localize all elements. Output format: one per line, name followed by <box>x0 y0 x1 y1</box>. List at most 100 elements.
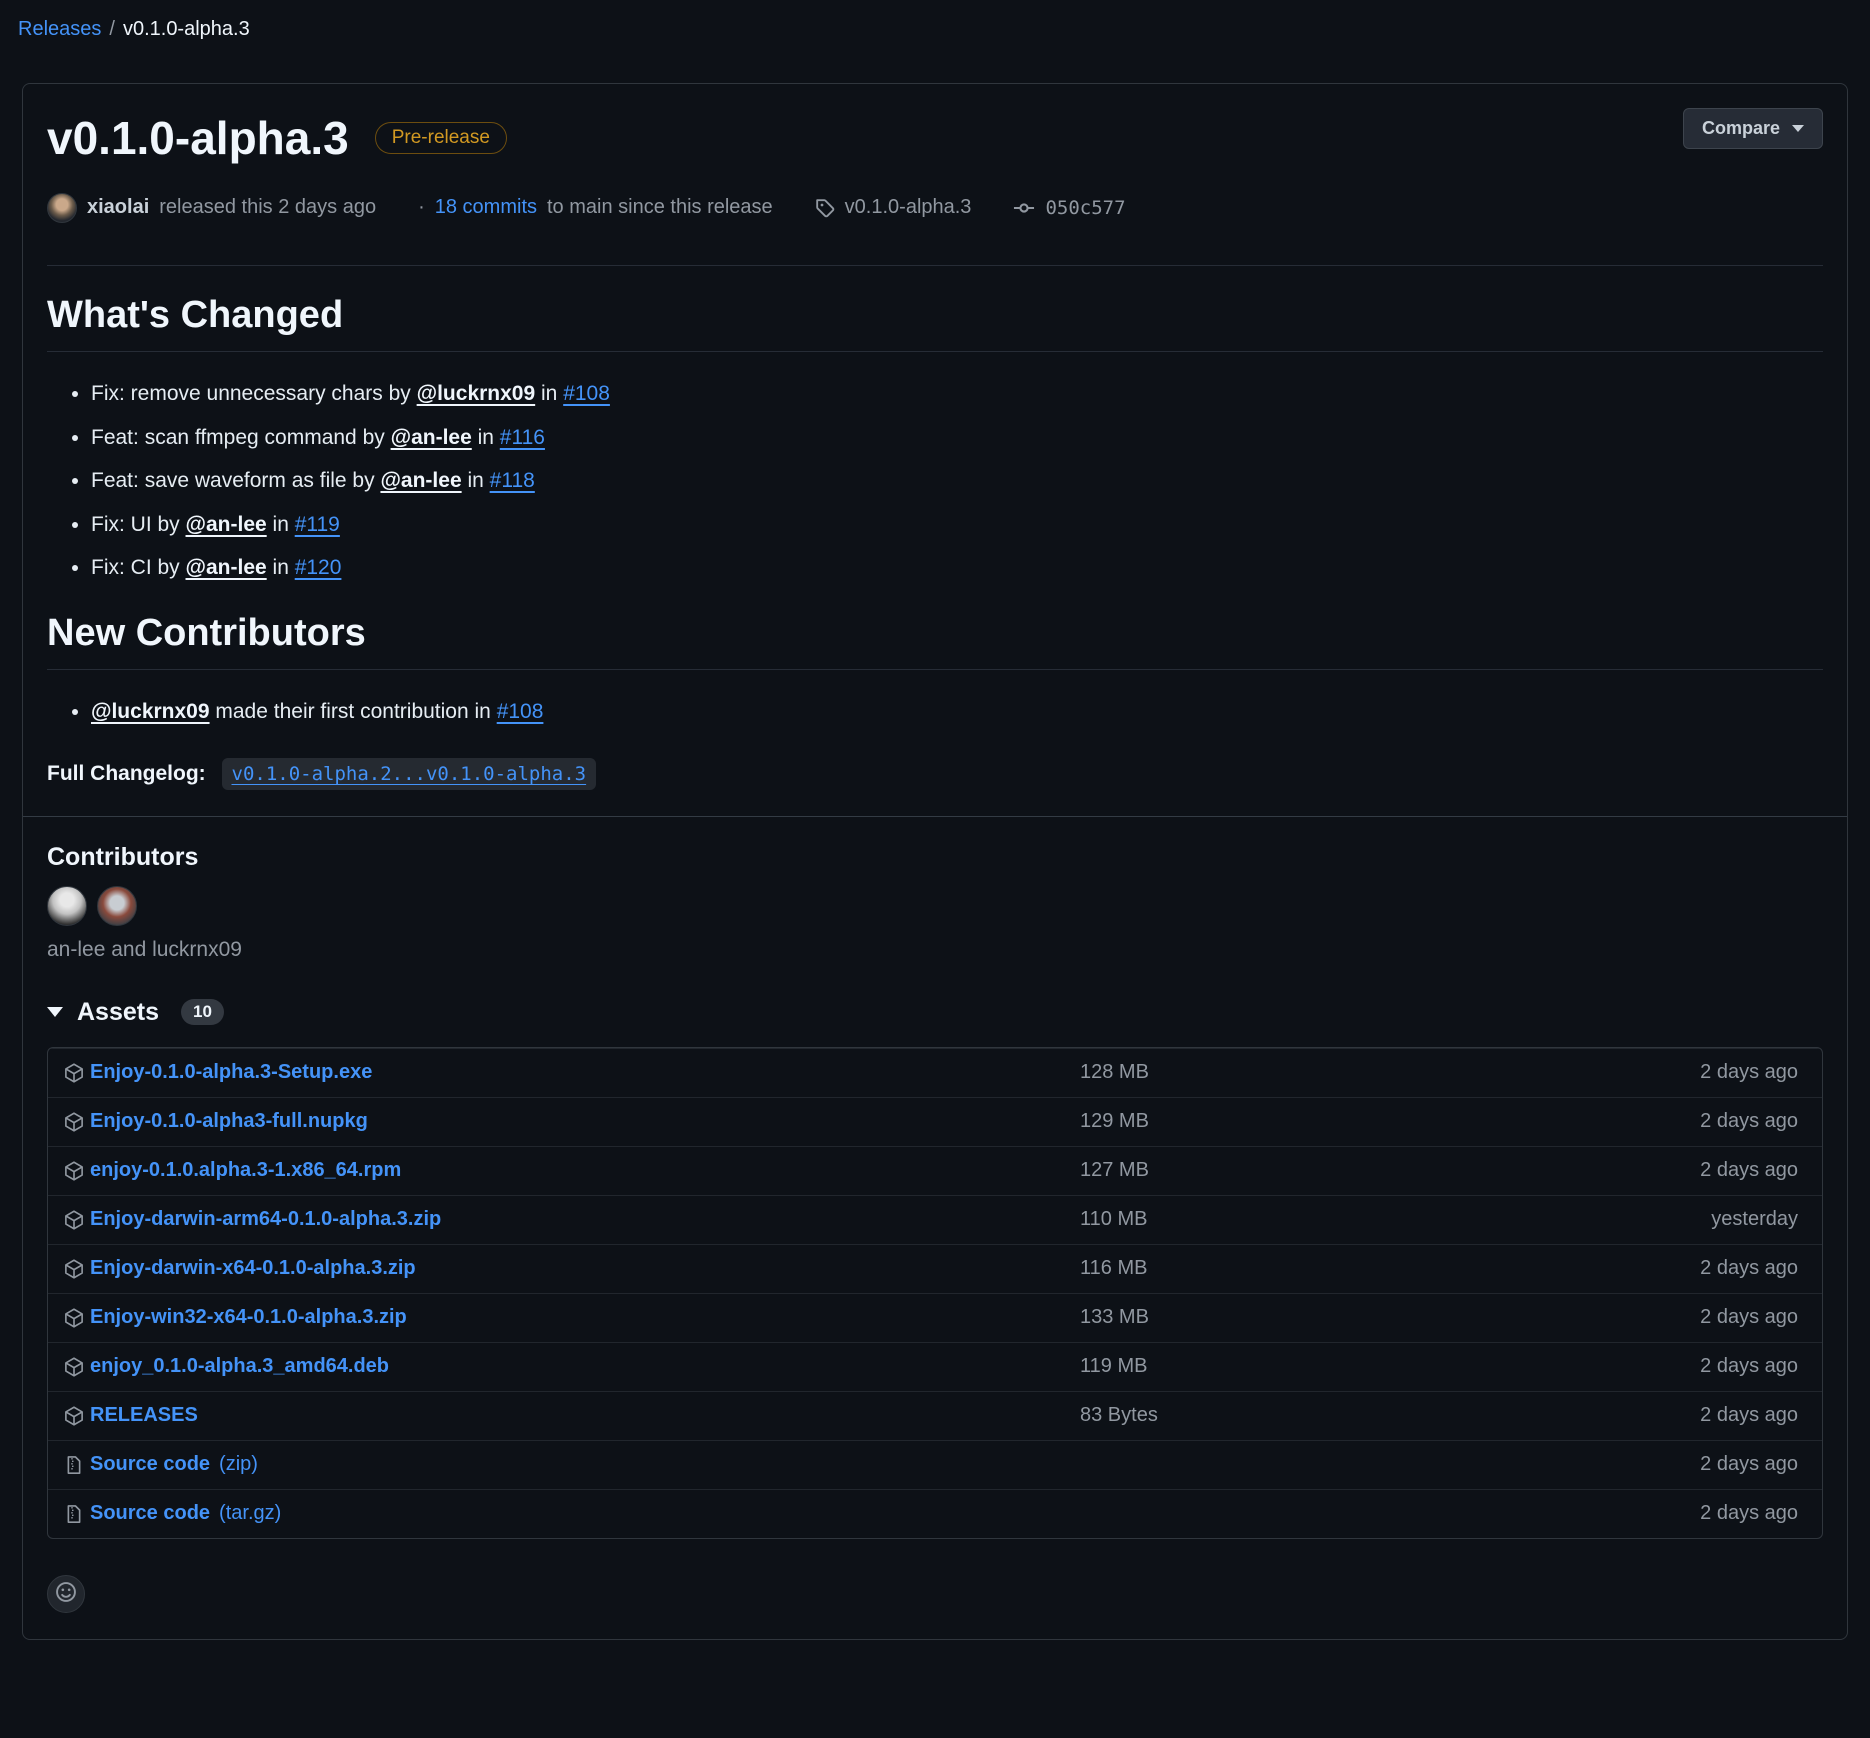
package-icon <box>64 1406 84 1426</box>
contributors-avatars <box>47 886 1823 926</box>
pull-request-link[interactable]: #108 <box>497 700 544 723</box>
asset-download-link[interactable]: Enjoy-darwin-arm64-0.1.0-alpha.3.zip <box>64 1208 1080 1231</box>
asset-file-suffix: (zip) <box>219 1453 258 1476</box>
changelog-range-link[interactable]: v0.1.0-alpha.2...v0.1.0-alpha.3 <box>222 758 597 790</box>
changelog-item: Feat: save waveform as file by @an-lee i… <box>91 465 1823 497</box>
contributors-heading: Contributors <box>47 843 1823 872</box>
changelog-item-text: Fix: UI by <box>91 513 186 536</box>
mention-link[interactable]: @luckrnx09 <box>91 700 210 723</box>
asset-file-name: Enjoy-darwin-x64-0.1.0-alpha.3.zip <box>90 1257 416 1280</box>
new-contributors-heading: New Contributors <box>47 610 1823 671</box>
pull-request-link[interactable]: #119 <box>295 513 340 536</box>
changelog-item-text: Fix: CI by <box>91 556 186 579</box>
tag-group: v0.1.0-alpha.3 <box>815 196 972 219</box>
asset-date: 2 days ago <box>1500 1257 1798 1280</box>
asset-size: 133 MB <box>1080 1306 1500 1329</box>
tag-icon <box>815 198 835 218</box>
whats-changed-list: Fix: remove unnecessary chars by @luckrn… <box>47 378 1823 584</box>
asset-file-name: enjoy-0.1.0.alpha.3-1.x86_64.rpm <box>90 1159 401 1182</box>
pull-request-link[interactable]: #116 <box>500 426 545 449</box>
pull-request-link[interactable]: #118 <box>490 469 535 492</box>
asset-size: 127 MB <box>1080 1159 1500 1182</box>
mention-link[interactable]: @an-lee <box>186 513 267 536</box>
asset-size: 116 MB <box>1080 1257 1500 1280</box>
asset-download-link[interactable]: Enjoy-win32-x64-0.1.0-alpha.3.zip <box>64 1306 1080 1329</box>
mention-link[interactable]: @luckrnx09 <box>417 382 536 405</box>
asset-row: enjoy-0.1.0.alpha.3-1.x86_64.rpm 127 MB … <box>48 1146 1822 1195</box>
package-icon <box>64 1161 84 1181</box>
assets-count-badge: 10 <box>181 999 224 1025</box>
author-name[interactable]: xiaolai <box>87 196 149 219</box>
asset-date: 2 days ago <box>1500 1502 1798 1525</box>
breadcrumb-current: v0.1.0-alpha.3 <box>123 18 250 40</box>
asset-date: 2 days ago <box>1500 1453 1798 1476</box>
changelog-item-text: Feat: save waveform as file by <box>91 469 380 492</box>
asset-download-link[interactable]: Enjoy-0.1.0-alpha3-full.nupkg <box>64 1110 1080 1133</box>
package-icon <box>64 1357 84 1377</box>
new-contributor-middle: made their first contribution in <box>210 700 497 723</box>
breadcrumb-releases-link[interactable]: Releases <box>18 18 101 40</box>
commit-group: 050c577 <box>1013 197 1125 219</box>
asset-row: Enjoy-win32-x64-0.1.0-alpha.3.zip 133 MB… <box>48 1293 1822 1342</box>
compare-button-label: Compare <box>1702 118 1780 139</box>
asset-row: Enjoy-darwin-arm64-0.1.0-alpha.3.zip 110… <box>48 1195 1822 1244</box>
asset-download-link[interactable]: RELEASES <box>64 1404 1080 1427</box>
asset-row: Source code(tar.gz) 2 days ago <box>48 1489 1822 1538</box>
package-icon <box>64 1112 84 1132</box>
compare-button[interactable]: Compare <box>1683 108 1823 149</box>
asset-size: 129 MB <box>1080 1110 1500 1133</box>
asset-download-link[interactable]: enjoy_0.1.0-alpha.3_amd64.deb <box>64 1355 1080 1378</box>
commits-link[interactable]: 18 commits <box>435 196 537 219</box>
add-reaction-button[interactable] <box>47 1575 85 1613</box>
release-meta: xiaolai released this 2 days ago · 18 co… <box>47 193 1823 223</box>
tag-name: v0.1.0-alpha.3 <box>845 196 972 219</box>
asset-row: Enjoy-0.1.0-alpha.3-Setup.exe 128 MB 2 d… <box>48 1048 1822 1097</box>
avatar[interactable] <box>47 886 87 926</box>
asset-file-name: Source code <box>90 1453 210 1476</box>
asset-row: Enjoy-0.1.0-alpha3-full.nupkg 129 MB 2 d… <box>48 1097 1822 1146</box>
caret-down-icon <box>1792 125 1804 132</box>
pull-request-link[interactable]: #108 <box>563 382 610 405</box>
release-card: v0.1.0-alpha.3 Pre-release Compare xiaol… <box>22 83 1848 1640</box>
assets-header[interactable]: Assets 10 <box>47 998 1823 1027</box>
asset-download-link[interactable]: Source code(tar.gz) <box>64 1502 1080 1525</box>
mention-link[interactable]: @an-lee <box>380 469 461 492</box>
changelog-item-middle: in <box>472 426 500 449</box>
whats-changed-heading: What's Changed <box>47 292 1823 353</box>
package-icon <box>64 1308 84 1328</box>
asset-download-link[interactable]: Source code (zip) <box>64 1453 1080 1476</box>
asset-date: 2 days ago <box>1500 1306 1798 1329</box>
changelog-item-middle: in <box>267 556 295 579</box>
package-icon <box>64 1063 84 1083</box>
asset-download-link[interactable]: enjoy-0.1.0.alpha.3-1.x86_64.rpm <box>64 1159 1080 1182</box>
full-changelog-label: Full Changelog: <box>47 762 206 785</box>
asset-file-name: RELEASES <box>90 1404 198 1427</box>
full-changelog: Full Changelog: v0.1.0-alpha.2...v0.1.0-… <box>47 762 1823 786</box>
avatar[interactable] <box>97 886 137 926</box>
release-author-group: xiaolai released this 2 days ago <box>47 193 376 223</box>
asset-size: 119 MB <box>1080 1355 1500 1378</box>
asset-download-link[interactable]: Enjoy-0.1.0-alpha.3-Setup.exe <box>64 1061 1080 1084</box>
changelog-item: Fix: UI by @an-lee in #119 <box>91 509 1823 541</box>
commit-sha[interactable]: 050c577 <box>1045 197 1125 219</box>
assets-heading: Assets <box>77 998 159 1027</box>
changelog-item: Fix: CI by @an-lee in #120 <box>91 552 1823 584</box>
changelog-item-middle: in <box>267 513 295 536</box>
mention-link[interactable]: @an-lee <box>186 556 267 579</box>
package-icon <box>64 1259 84 1279</box>
assets-table: Enjoy-0.1.0-alpha.3-Setup.exe 128 MB 2 d… <box>47 1047 1823 1539</box>
file-zip-icon <box>64 1455 84 1475</box>
mention-link[interactable]: @an-lee <box>391 426 472 449</box>
author-avatar[interactable] <box>47 193 77 223</box>
asset-row: Enjoy-darwin-x64-0.1.0-alpha.3.zip 116 M… <box>48 1244 1822 1293</box>
asset-download-link[interactable]: Enjoy-darwin-x64-0.1.0-alpha.3.zip <box>64 1257 1080 1280</box>
pull-request-link[interactable]: #120 <box>295 556 342 579</box>
changelog-item: Fix: remove unnecessary chars by @luckrn… <box>91 378 1823 410</box>
commits-rest: to main since this release <box>547 196 773 219</box>
card-footer: Contributors an-lee and luckrnx09 Assets… <box>23 816 1847 1613</box>
asset-file-name: Enjoy-0.1.0-alpha3-full.nupkg <box>90 1110 368 1133</box>
asset-size: 128 MB <box>1080 1061 1500 1084</box>
package-icon <box>64 1210 84 1230</box>
changelog-item-middle: in <box>535 382 563 405</box>
breadcrumb-separator: / <box>109 18 115 40</box>
